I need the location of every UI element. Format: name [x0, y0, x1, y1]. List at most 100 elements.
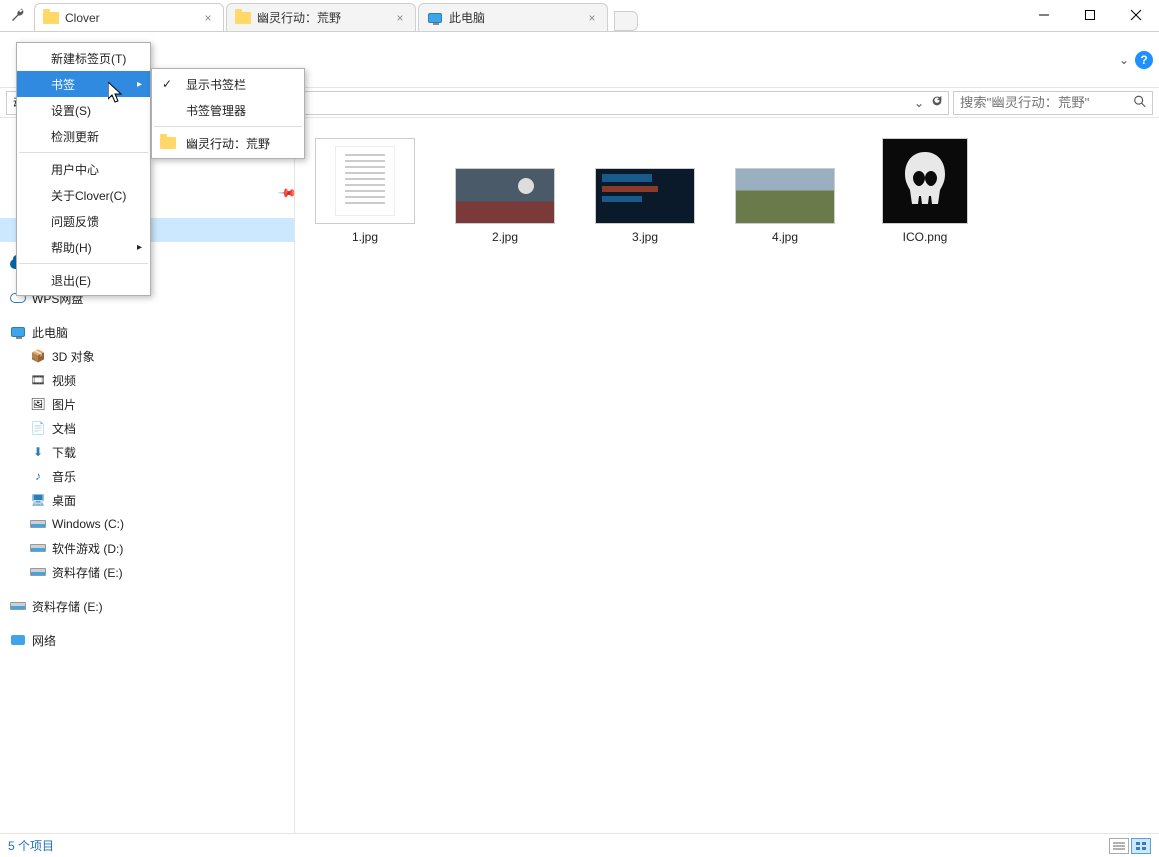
- file-item[interactable]: 2.jpg: [455, 138, 555, 244]
- folder-icon: [235, 10, 251, 26]
- sidebar-item-network[interactable]: 网络: [0, 628, 294, 652]
- sidebar-item-video[interactable]: 🎞视频: [0, 368, 294, 392]
- sidebar-item-e-drive2[interactable]: 资料存储 (E:): [0, 594, 294, 618]
- sidebar-item-docs[interactable]: 📄 文档: [0, 416, 294, 440]
- new-tab-button[interactable]: [614, 11, 638, 31]
- refresh-icon[interactable]: [930, 94, 944, 111]
- monitor-icon: [427, 10, 443, 26]
- tab-clover[interactable]: Clover ×: [34, 3, 224, 31]
- thumbnail: [735, 168, 835, 224]
- wrench-context-menu: 新建标签页(T) 书签▸ 设置(S) 检测更新 用户中心 关于Clover(C)…: [16, 42, 151, 296]
- maximize-button[interactable]: [1067, 0, 1113, 30]
- file-item[interactable]: 4.jpg: [735, 138, 835, 244]
- sidebar-item-downloads[interactable]: ⬇ 下载: [0, 440, 294, 464]
- status-text: 5 个项目: [8, 837, 54, 854]
- bookmarks-submenu: ✓ 显示书签栏 书签管理器 幽灵行动：荒野: [151, 68, 305, 159]
- submenu-item-show-bar[interactable]: ✓ 显示书签栏: [152, 71, 304, 97]
- file-item[interactable]: 1.jpg: [315, 138, 415, 244]
- menu-item-feedback[interactable]: 问题反馈: [17, 208, 150, 234]
- tab-close-icon[interactable]: ×: [585, 11, 599, 25]
- help-icon[interactable]: ?: [1135, 51, 1153, 69]
- menu-item-label: 幽灵行动：荒野: [186, 135, 270, 152]
- tab-ghost[interactable]: 幽灵行动：荒野 ×: [226, 3, 416, 31]
- sidebar-item-e-drive[interactable]: 资料存储 (E:): [0, 560, 294, 584]
- menu-item-check-update[interactable]: 检测更新: [17, 123, 150, 149]
- sidebar-item-d-drive[interactable]: 软件游戏 (D:): [0, 536, 294, 560]
- pictures-icon: 🖼: [30, 396, 46, 412]
- thumbnail: [315, 138, 415, 224]
- monitor-icon: [10, 324, 26, 340]
- check-icon: ✓: [162, 77, 172, 91]
- menu-item-user-center[interactable]: 用户中心: [17, 156, 150, 182]
- network-icon: [10, 632, 26, 648]
- sidebar-item-label: 文档: [52, 420, 76, 437]
- menu-item-bookmarks[interactable]: 书签▸: [17, 71, 150, 97]
- sidebar-item-label: 3D 对象: [52, 348, 95, 365]
- chevron-right-icon: ▸: [137, 242, 142, 253]
- menu-item-settings[interactable]: 设置(S): [17, 97, 150, 123]
- file-name: 4.jpg: [735, 230, 835, 244]
- sidebar-item-music[interactable]: ♪ 音乐: [0, 464, 294, 488]
- cube-icon: 📦: [30, 348, 46, 364]
- tab-strip: Clover × 幽灵行动：荒野 × 此电脑 ×: [0, 0, 1159, 32]
- menu-item-about[interactable]: 关于Clover(C): [17, 182, 150, 208]
- sidebar-item-label: 下载: [52, 444, 76, 461]
- menu-item-label: 设置(S): [51, 102, 91, 119]
- submenu-item-ghost[interactable]: 幽灵行动：荒野: [152, 130, 304, 156]
- view-icons-button[interactable]: [1131, 838, 1151, 854]
- menu-item-label: 帮助(H): [51, 239, 92, 256]
- sidebar-item-label: 网络: [32, 632, 56, 649]
- file-name: ICO.png: [875, 230, 975, 244]
- folder-icon: [43, 10, 59, 26]
- music-icon: ♪: [30, 468, 46, 484]
- tab-close-icon[interactable]: ×: [393, 11, 407, 25]
- download-icon: ⬇: [30, 444, 46, 460]
- chevron-down-icon[interactable]: ⌄: [914, 96, 924, 110]
- menu-item-exit[interactable]: 退出(E): [17, 267, 150, 293]
- close-button[interactable]: [1113, 0, 1159, 30]
- menu-item-label: 检测更新: [51, 128, 99, 145]
- wrench-icon[interactable]: [6, 3, 30, 27]
- disk-icon: [10, 598, 26, 614]
- sidebar-item-label: 资料存储 (E:): [52, 564, 123, 581]
- menu-item-label: 退出(E): [51, 272, 91, 289]
- thumbnail: [882, 138, 968, 224]
- tab-title: Clover: [65, 11, 201, 25]
- search-input[interactable]: [953, 91, 1153, 115]
- sidebar-item-label: 软件游戏 (D:): [52, 540, 123, 557]
- thumbnail: [595, 168, 695, 224]
- file-view[interactable]: 1.jpg 2.jpg 3.jpg 4.jpg ICO.png: [295, 118, 1159, 833]
- desktop-icon: 🖥: [30, 492, 46, 508]
- sidebar-item-pictures[interactable]: 🖼图片: [0, 392, 294, 416]
- tab-close-icon[interactable]: ×: [201, 11, 215, 25]
- sidebar-item-label: 音乐: [52, 468, 76, 485]
- sidebar-item-3d[interactable]: 📦 3D 对象: [0, 344, 294, 368]
- document-icon: 📄: [30, 420, 46, 436]
- menu-item-label: 显示书签栏: [186, 76, 246, 93]
- menu-item-new-tab[interactable]: 新建标签页(T): [17, 45, 150, 71]
- view-details-button[interactable]: [1109, 838, 1129, 854]
- search-icon[interactable]: [1133, 94, 1147, 111]
- sidebar-item-label: 桌面: [52, 492, 76, 509]
- sidebar-item-desktop[interactable]: 🖥 桌面: [0, 488, 294, 512]
- minimize-button[interactable]: [1021, 0, 1067, 30]
- chevron-down-icon[interactable]: ⌄: [1119, 53, 1129, 67]
- thumbnail: [455, 168, 555, 224]
- sidebar-item-label: 资料存储 (E:): [32, 598, 103, 615]
- menu-item-help[interactable]: 帮助(H) ▸: [17, 234, 150, 260]
- menu-item-label: 新建标签页(T): [51, 50, 126, 67]
- menu-item-label: 问题反馈: [51, 213, 99, 230]
- disk-icon: [30, 516, 46, 532]
- file-name: 1.jpg: [315, 230, 415, 244]
- sidebar-item-thispc[interactable]: 此电脑: [0, 320, 294, 344]
- sidebar-item-label: 视频: [52, 372, 76, 389]
- file-item[interactable]: 3.jpg: [595, 138, 695, 244]
- sidebar-item-label: Windows (C:): [52, 517, 124, 531]
- file-name: 3.jpg: [595, 230, 695, 244]
- tab-title: 幽灵行动：荒野: [257, 9, 393, 26]
- file-item[interactable]: ICO.png: [875, 138, 975, 244]
- file-name: 2.jpg: [455, 230, 555, 244]
- sidebar-item-c-drive[interactable]: Windows (C:): [0, 512, 294, 536]
- submenu-item-manager[interactable]: 书签管理器: [152, 97, 304, 123]
- tab-thispc[interactable]: 此电脑 ×: [418, 3, 608, 31]
